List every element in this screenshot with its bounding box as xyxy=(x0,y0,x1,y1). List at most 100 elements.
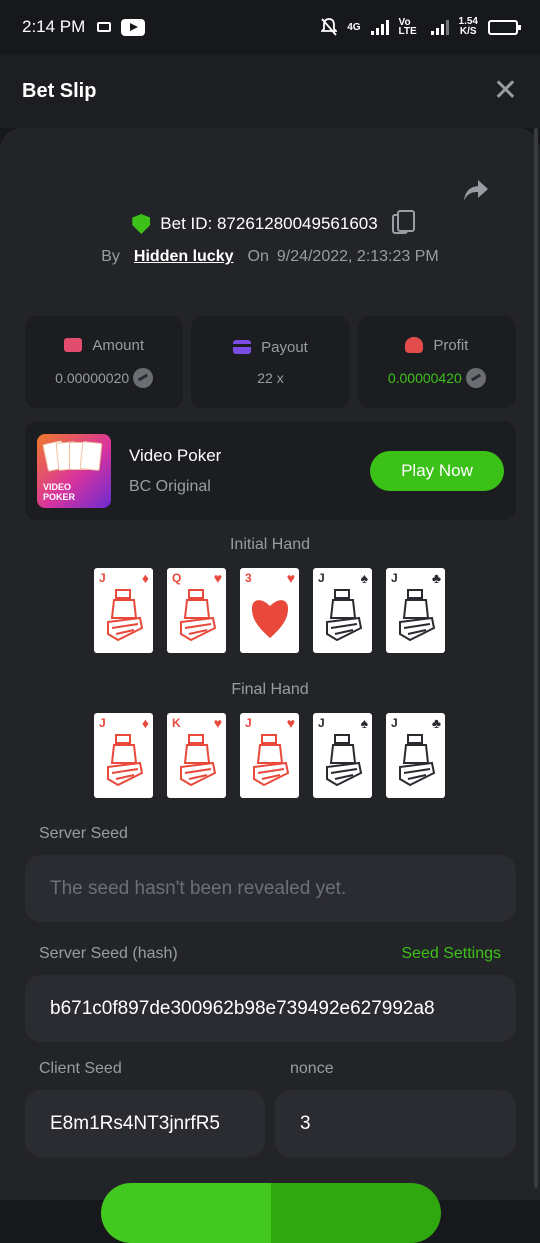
client-seed-field[interactable]: E8m1Rs4NT3jnrfR5 xyxy=(25,1090,265,1157)
signal-icon xyxy=(370,19,389,35)
bet-byline: By Hidden lucky On 9/24/2022, 2:13:23 PM xyxy=(0,248,540,266)
network-type: 4G xyxy=(347,21,361,33)
playing-card: Q ♥ xyxy=(167,568,226,653)
card-art xyxy=(177,588,217,644)
by-label: By xyxy=(101,248,120,265)
server-seed-hash-label: Server Seed (hash) xyxy=(39,945,178,962)
card-suit: ♠ xyxy=(360,570,368,586)
game-subtitle: BC Original xyxy=(129,477,211,495)
page-title: Bet Slip xyxy=(22,79,97,102)
play-now-button[interactable]: Play Now xyxy=(370,450,504,491)
playing-card: J ♦ xyxy=(94,568,153,653)
server-seed-field[interactable]: The seed hasn't been revealed yet. xyxy=(25,855,516,922)
card-art xyxy=(323,733,363,789)
on-label: On xyxy=(247,248,269,265)
card-rank: J xyxy=(318,716,325,730)
card-suit: ♥ xyxy=(213,715,222,731)
stat-amount-value: 0.00000020 xyxy=(55,369,130,386)
initial-hand: J ♦ Q ♥ 3 ♥ J ♠ J ♣ xyxy=(94,568,445,653)
card-rank: J xyxy=(391,571,398,585)
status-time: 2:14 PM xyxy=(22,17,86,36)
stat-profit-value: 0.00000420 xyxy=(387,369,462,386)
user-link[interactable]: Hidden lucky xyxy=(134,248,234,266)
card-rank: J xyxy=(99,571,106,585)
nonce-field[interactable]: 3 xyxy=(275,1090,516,1157)
playing-card: 3 ♥ xyxy=(240,568,299,653)
card-art xyxy=(104,588,144,644)
final-hand-label: Final Hand xyxy=(231,681,309,698)
share-icon[interactable] xyxy=(462,178,490,204)
card-suit: ♥ xyxy=(286,715,295,731)
card-suit: ♠ xyxy=(360,715,368,731)
stat-payout-value: 22 x xyxy=(257,369,284,386)
net-speed-unit: K/S xyxy=(459,26,477,37)
stat-payout-label: Payout xyxy=(261,338,308,356)
bet-stats: Amount 0.00000020 Payout 22 x Profit 0.0… xyxy=(25,316,516,408)
playing-card: J ♠ xyxy=(313,568,372,653)
copy-icon[interactable] xyxy=(391,210,415,234)
card-rank: J xyxy=(99,716,106,730)
bet-slip-header: Bet Slip ✕ xyxy=(0,54,540,128)
stat-payout: Payout 22 x xyxy=(191,316,350,408)
mute-notification-icon xyxy=(321,18,338,36)
card-rank: J xyxy=(245,716,252,730)
status-bar: 2:14 PM 4G Vo LTE 1.54 K/S xyxy=(0,0,540,54)
payout-icon xyxy=(233,340,252,354)
playing-card: J ♣ xyxy=(386,568,445,653)
profit-icon xyxy=(405,337,424,353)
card-art xyxy=(323,588,363,644)
close-icon[interactable]: ✕ xyxy=(493,76,518,106)
stat-profit: Profit 0.00000420 xyxy=(357,316,516,408)
nonce-label: nonce xyxy=(290,1060,334,1077)
client-seed-label: Client Seed xyxy=(39,1060,122,1077)
card-rank: 3 xyxy=(245,571,252,585)
thumb-text-2: POKER xyxy=(43,491,76,502)
server-seed-hash-field[interactable]: b671c0f897de300962b98e739492e627992a8 xyxy=(25,975,516,1042)
youtube-icon xyxy=(121,18,146,36)
card-rank: Q xyxy=(172,571,182,585)
shield-check-icon xyxy=(132,214,151,234)
game-card: VIDEO POKER Video Poker BC Original Play … xyxy=(25,421,516,520)
volte-label: Vo LTE xyxy=(398,17,417,37)
bet-date: 9/24/2022, 2:13:23 PM xyxy=(276,248,439,265)
card-art xyxy=(396,588,436,644)
card-suit: ♦ xyxy=(141,715,149,731)
playing-card: K ♥ xyxy=(167,713,226,798)
video-poker-thumbnail[interactable]: VIDEO POKER xyxy=(37,433,111,508)
coin-icon xyxy=(465,367,486,388)
stat-profit-label: Profit xyxy=(433,336,469,354)
verify-button[interactable] xyxy=(101,1183,441,1243)
playing-card: J ♠ xyxy=(313,713,372,798)
bet-id: Bet ID: 87261280049561603 xyxy=(160,214,378,233)
final-hand: J ♦ K ♥ J ♥ J ♠ J ♣ xyxy=(94,713,445,798)
stat-amount: Amount 0.00000020 xyxy=(25,316,184,408)
battery-icon xyxy=(488,19,521,35)
card-suit: ♣ xyxy=(431,570,441,586)
scrollbar[interactable] xyxy=(534,128,538,1188)
signal-icon-2 xyxy=(430,19,449,35)
status-right: 4G Vo LTE 1.54 K/S xyxy=(321,17,521,37)
card-art xyxy=(104,733,144,789)
server-seed-label: Server Seed xyxy=(39,825,128,842)
bet-id-row: Bet ID: 87261280049561603 xyxy=(0,210,540,234)
thumb-text-1: VIDEO xyxy=(43,481,72,492)
card-suit: ♥ xyxy=(213,570,222,586)
seed-settings-link[interactable]: Seed Settings xyxy=(401,945,501,963)
playing-card: J ♥ xyxy=(240,713,299,798)
card-rank: J xyxy=(391,716,398,730)
stat-amount-label: Amount xyxy=(92,336,145,354)
card-art xyxy=(250,588,290,644)
amount-icon xyxy=(64,338,83,352)
card-art xyxy=(177,733,217,789)
message-icon xyxy=(97,22,112,32)
playing-card: J ♦ xyxy=(94,713,153,798)
card-art xyxy=(396,733,436,789)
card-rank: J xyxy=(318,571,325,585)
card-art xyxy=(250,733,290,789)
coin-icon xyxy=(133,367,154,388)
playing-card: J ♣ xyxy=(386,713,445,798)
game-name: Video Poker xyxy=(129,445,222,465)
card-suit: ♣ xyxy=(431,715,441,731)
card-suit: ♥ xyxy=(286,570,295,586)
card-rank: K xyxy=(172,716,181,730)
